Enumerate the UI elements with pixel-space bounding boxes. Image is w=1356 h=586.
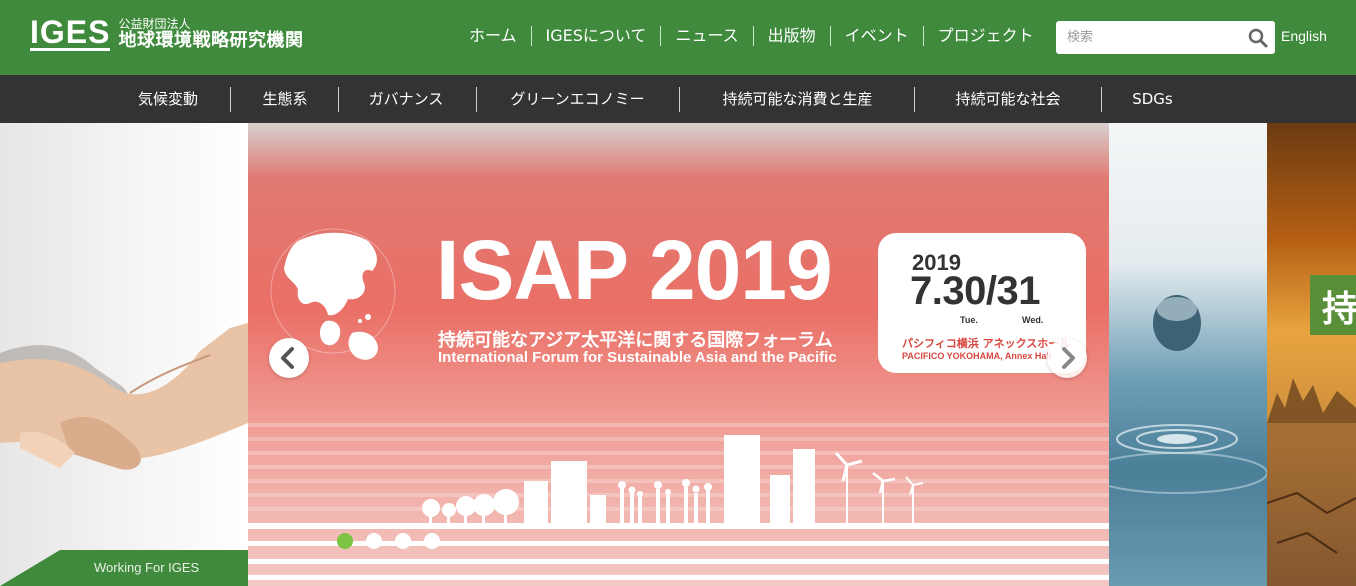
slide-subtitle-en: International Forum for Sustainable Asia… — [438, 349, 837, 366]
nav-news[interactable]: ニュース — [661, 26, 752, 46]
carousel-dot-2[interactable] — [366, 533, 382, 549]
slide-title: ISAP 2019 — [436, 223, 833, 317]
side-slide-landscape[interactable]: 持 — [1267, 123, 1356, 586]
side-slide-handshake[interactable]: Working For IGES — [0, 123, 248, 586]
water-drop-image — [1109, 295, 1267, 494]
working-for-iges-label[interactable]: Working For IGES — [94, 560, 199, 575]
category-divider — [476, 87, 477, 112]
carousel-dot-1[interactable] — [337, 533, 353, 549]
category-green-economy[interactable]: グリーンエコノミー — [490, 75, 665, 123]
language-switch-link[interactable]: English — [1281, 28, 1327, 44]
category-climate-change[interactable]: 気候変動 — [118, 75, 218, 123]
logo-mark: IGES — [30, 14, 111, 51]
event-venue-en: PACIFICO YOKOHAMA, Annex Hall — [902, 351, 1052, 361]
search-icon[interactable] — [1247, 27, 1269, 49]
nav-events[interactable]: イベント — [831, 26, 923, 46]
carousel-prev-button[interactable] — [269, 338, 309, 378]
chevron-left-icon — [281, 347, 294, 369]
site-logo[interactable]: IGES 公益財団法人 地球環境戦略研究機関 — [30, 16, 303, 51]
category-sustainable-society[interactable]: 持続可能な社会 — [928, 75, 1088, 123]
category-divider — [914, 87, 915, 112]
event-day2: Wed. — [1022, 315, 1044, 325]
category-divider — [679, 87, 680, 112]
main-nav: ホーム IGESについて ニュース 出版物 イベント プロジェクト — [455, 26, 1048, 46]
nav-home[interactable]: ホーム — [455, 26, 531, 46]
site-header: IGES 公益財団法人 地球環境戦略研究機関 ホーム IGESについて ニュース… — [0, 0, 1356, 75]
category-divider — [230, 87, 231, 112]
side-slide-water[interactable] — [1109, 123, 1267, 586]
nav-about[interactable]: IGESについて — [532, 26, 661, 46]
category-ecosystem[interactable]: 生態系 — [245, 75, 325, 123]
event-day1: Tue. — [960, 315, 978, 325]
nav-publications[interactable]: 出版物 — [754, 26, 830, 46]
category-sustainable-consumption[interactable]: 持続可能な消費と生産 — [695, 75, 900, 123]
carousel-next-button[interactable] — [1047, 338, 1087, 378]
nav-projects[interactable]: プロジェクト — [924, 26, 1048, 46]
category-nav: 気候変動 生態系 ガバナンス グリーンエコノミー 持続可能な消費と生産 持続可能… — [0, 75, 1356, 123]
city-skyline-graphic — [248, 423, 1109, 580]
event-venue-jp: パシフィコ横浜 アネックスホール — [902, 337, 1071, 350]
landscape-image — [1267, 378, 1356, 586]
category-divider — [1101, 87, 1102, 112]
event-dates: 7.30/31 — [910, 269, 1040, 313]
logo-text: 公益財団法人 地球環境戦略研究機関 — [118, 17, 303, 51]
search-input[interactable] — [1056, 21, 1241, 54]
chevron-right-icon — [1062, 347, 1075, 369]
carousel-pagination — [337, 533, 453, 549]
category-divider — [338, 87, 339, 112]
category-governance[interactable]: ガバナンス — [350, 75, 462, 123]
carousel-dot-4[interactable] — [424, 533, 440, 549]
landscape-title-char: 持 — [1322, 289, 1356, 330]
logo-subtitle: 公益財団法人 — [118, 16, 191, 31]
handshake-image — [0, 323, 248, 470]
hero-carousel: Working For IGES ISAP 2019 持続可能なアジア太平洋に関… — [0, 123, 1356, 586]
search-box — [1056, 21, 1275, 54]
category-sdgs[interactable]: SDGs — [1115, 75, 1190, 123]
isap-2019-slide[interactable]: ISAP 2019 持続可能なアジア太平洋に関する国際フォーラム Interna… — [248, 123, 1109, 586]
logo-title: 地球環境戦略研究機関 — [118, 29, 304, 51]
carousel-dot-3[interactable] — [395, 533, 411, 549]
